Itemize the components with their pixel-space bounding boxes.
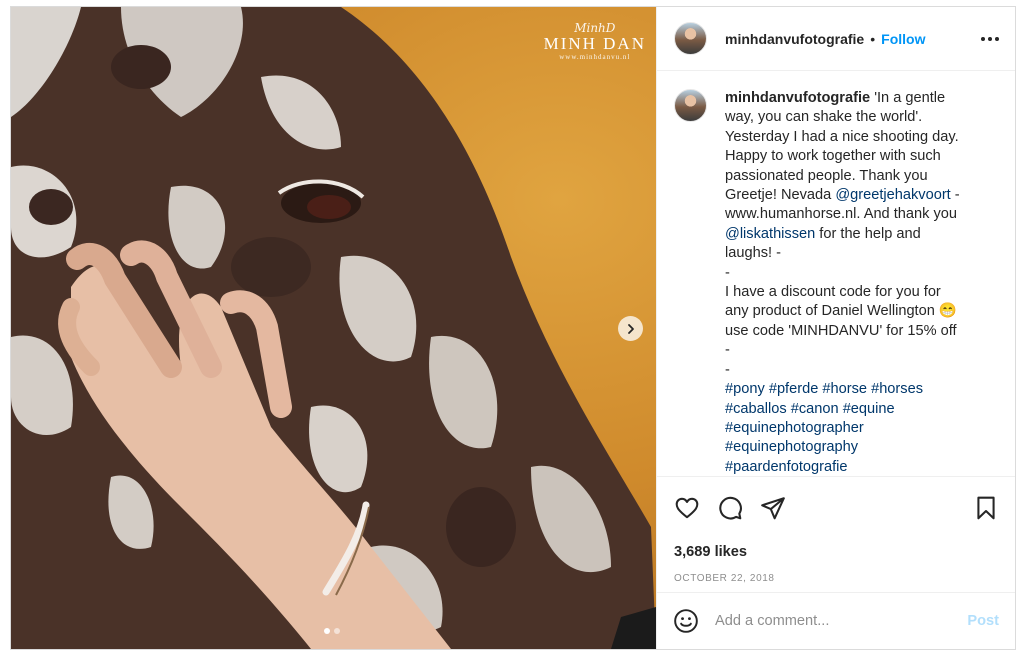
comment-bubble-icon[interactable] bbox=[717, 495, 743, 521]
chevron-right-icon bbox=[627, 323, 634, 334]
caption-username[interactable]: minhdanvufotografie bbox=[725, 90, 870, 106]
carousel-dot-active bbox=[324, 628, 330, 634]
header-separator: • bbox=[870, 30, 876, 47]
hashtag-link[interactable]: #horses bbox=[871, 381, 923, 397]
mention-link[interactable]: @greetjehakvoort bbox=[835, 187, 950, 203]
post-actions: 3,689 likes OCTOBER 22, 2018 bbox=[657, 476, 1015, 584]
comment-input[interactable] bbox=[715, 613, 968, 629]
horse-photo-illustration bbox=[11, 7, 656, 649]
action-icons bbox=[674, 494, 999, 522]
caption-line: - bbox=[725, 361, 730, 378]
hashtag-link[interactable]: #equinephotographer bbox=[725, 420, 864, 436]
save-bookmark-icon[interactable] bbox=[973, 495, 999, 521]
hashtag-link[interactable]: #caballos bbox=[725, 401, 787, 417]
caption-line: use code 'MINHDANVU' for 15% off bbox=[725, 322, 957, 339]
carousel-dot bbox=[334, 628, 340, 634]
add-comment-bar: Post bbox=[657, 592, 1015, 649]
caption-scroll-area[interactable]: minhdanvufotografie 'In a gentle way, yo… bbox=[657, 71, 1015, 476]
caption-line: - bbox=[950, 187, 960, 204]
caption-line: laughs! - bbox=[725, 245, 781, 262]
caption-line: way, you can shake the world'. bbox=[725, 109, 923, 126]
emoji-icon[interactable] bbox=[673, 608, 699, 634]
post-side-panel: minhdanvufotografie • Follow minhdanvufo… bbox=[656, 7, 1015, 649]
avatar[interactable] bbox=[674, 22, 707, 55]
watermark-url: www.minhdanvu.nl bbox=[559, 53, 631, 61]
post-comment-button[interactable]: Post bbox=[967, 613, 999, 629]
caption-line: Greetje! Nevada bbox=[725, 187, 836, 204]
hashtag-link[interactable]: #canon bbox=[791, 401, 839, 417]
caption-line: www.humanhorse.nl. And thank you bbox=[725, 206, 958, 223]
hashtag-link[interactable]: #pferde bbox=[769, 381, 819, 397]
watermark-logo: MinhD MINH DAN www.minhdanvu.nl bbox=[544, 21, 646, 61]
caption-line: - bbox=[725, 342, 730, 359]
hashtag-link[interactable]: #equine bbox=[843, 401, 895, 417]
follow-button[interactable]: Follow bbox=[881, 31, 925, 47]
post-header: minhdanvufotografie • Follow bbox=[657, 7, 1015, 71]
instagram-post: MinhD MINH DAN www.minhdanvu.nl minhdanv… bbox=[10, 6, 1016, 650]
carousel-indicator bbox=[324, 628, 340, 634]
post-photo[interactable]: MinhD MINH DAN www.minhdanvu.nl bbox=[11, 7, 656, 649]
post-date: OCTOBER 22, 2018 bbox=[674, 573, 775, 584]
caption-line: any product of Daniel Wellington 😁 bbox=[725, 303, 958, 320]
more-options-icon[interactable] bbox=[981, 31, 999, 47]
watermark-name: MINH DAN bbox=[543, 34, 646, 53]
share-paper-plane-icon[interactable] bbox=[760, 495, 786, 521]
caption-text: minhdanvufotografie 'In a gentle way, yo… bbox=[725, 89, 983, 476]
hashtag-link[interactable]: #paardenfotografie bbox=[725, 459, 848, 475]
hashtag-link[interactable]: #pony bbox=[725, 381, 765, 397]
caption-avatar[interactable] bbox=[674, 89, 707, 122]
caption-line: Yesterday I had a nice shooting day. bbox=[725, 128, 959, 145]
caption-line: - bbox=[725, 264, 730, 281]
caption-line: passionated people. Thank you bbox=[725, 167, 928, 184]
caption-line: I have a discount code for you for bbox=[725, 284, 941, 301]
caption-line: for the help and bbox=[815, 225, 921, 242]
hashtag-link[interactable]: #equinephotography bbox=[725, 439, 858, 455]
hashtag-link[interactable]: #horse bbox=[822, 381, 867, 397]
likes-count[interactable]: 3,689 likes bbox=[674, 544, 999, 560]
caption-line: Happy to work together with such bbox=[725, 148, 941, 165]
watermark-signature: MinhD bbox=[574, 21, 616, 35]
mention-link[interactable]: @liskathissen bbox=[725, 226, 815, 242]
caption-comment: minhdanvufotografie 'In a gentle way, yo… bbox=[674, 89, 999, 476]
header-username[interactable]: minhdanvufotografie bbox=[725, 31, 864, 47]
carousel-next-button[interactable] bbox=[618, 316, 643, 341]
like-heart-icon[interactable] bbox=[674, 495, 700, 521]
caption-line: 'In a gentle bbox=[874, 90, 946, 106]
